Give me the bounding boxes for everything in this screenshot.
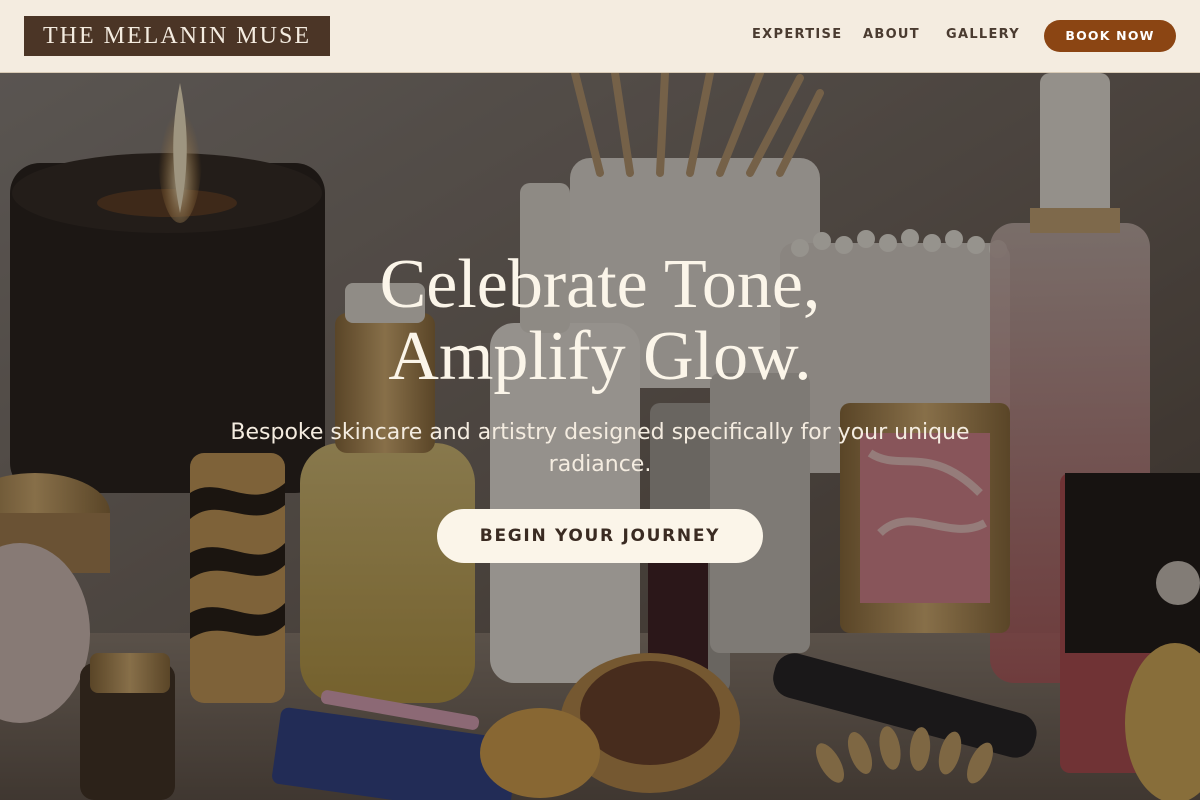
book-now-button[interactable]: BOOK NOW: [1044, 20, 1176, 52]
landing-page: THE MELANIN MUSE EXPERTISE ABOUT GALLERY…: [0, 0, 1200, 800]
hero-title-line-2: Amplify Glow.: [388, 318, 812, 395]
begin-journey-button[interactable]: BEGIN YOUR JOURNEY: [437, 509, 763, 563]
hero-title-line-1: Celebrate Tone,: [379, 246, 821, 323]
site-header: THE MELANIN MUSE EXPERTISE ABOUT GALLERY…: [0, 0, 1200, 73]
hero-section: Celebrate Tone, Amplify Glow. Bespoke sk…: [0, 73, 1200, 800]
nav-link-expertise[interactable]: EXPERTISE: [752, 27, 842, 43]
hero-subtitle: Bespoke skincare and artistry designed s…: [230, 420, 970, 477]
nav-link-about[interactable]: ABOUT: [863, 27, 920, 43]
brand-logo[interactable]: THE MELANIN MUSE: [24, 16, 330, 56]
hero-title: Celebrate Tone, Amplify Glow.: [0, 249, 1200, 393]
nav-link-gallery[interactable]: GALLERY: [946, 27, 1020, 43]
